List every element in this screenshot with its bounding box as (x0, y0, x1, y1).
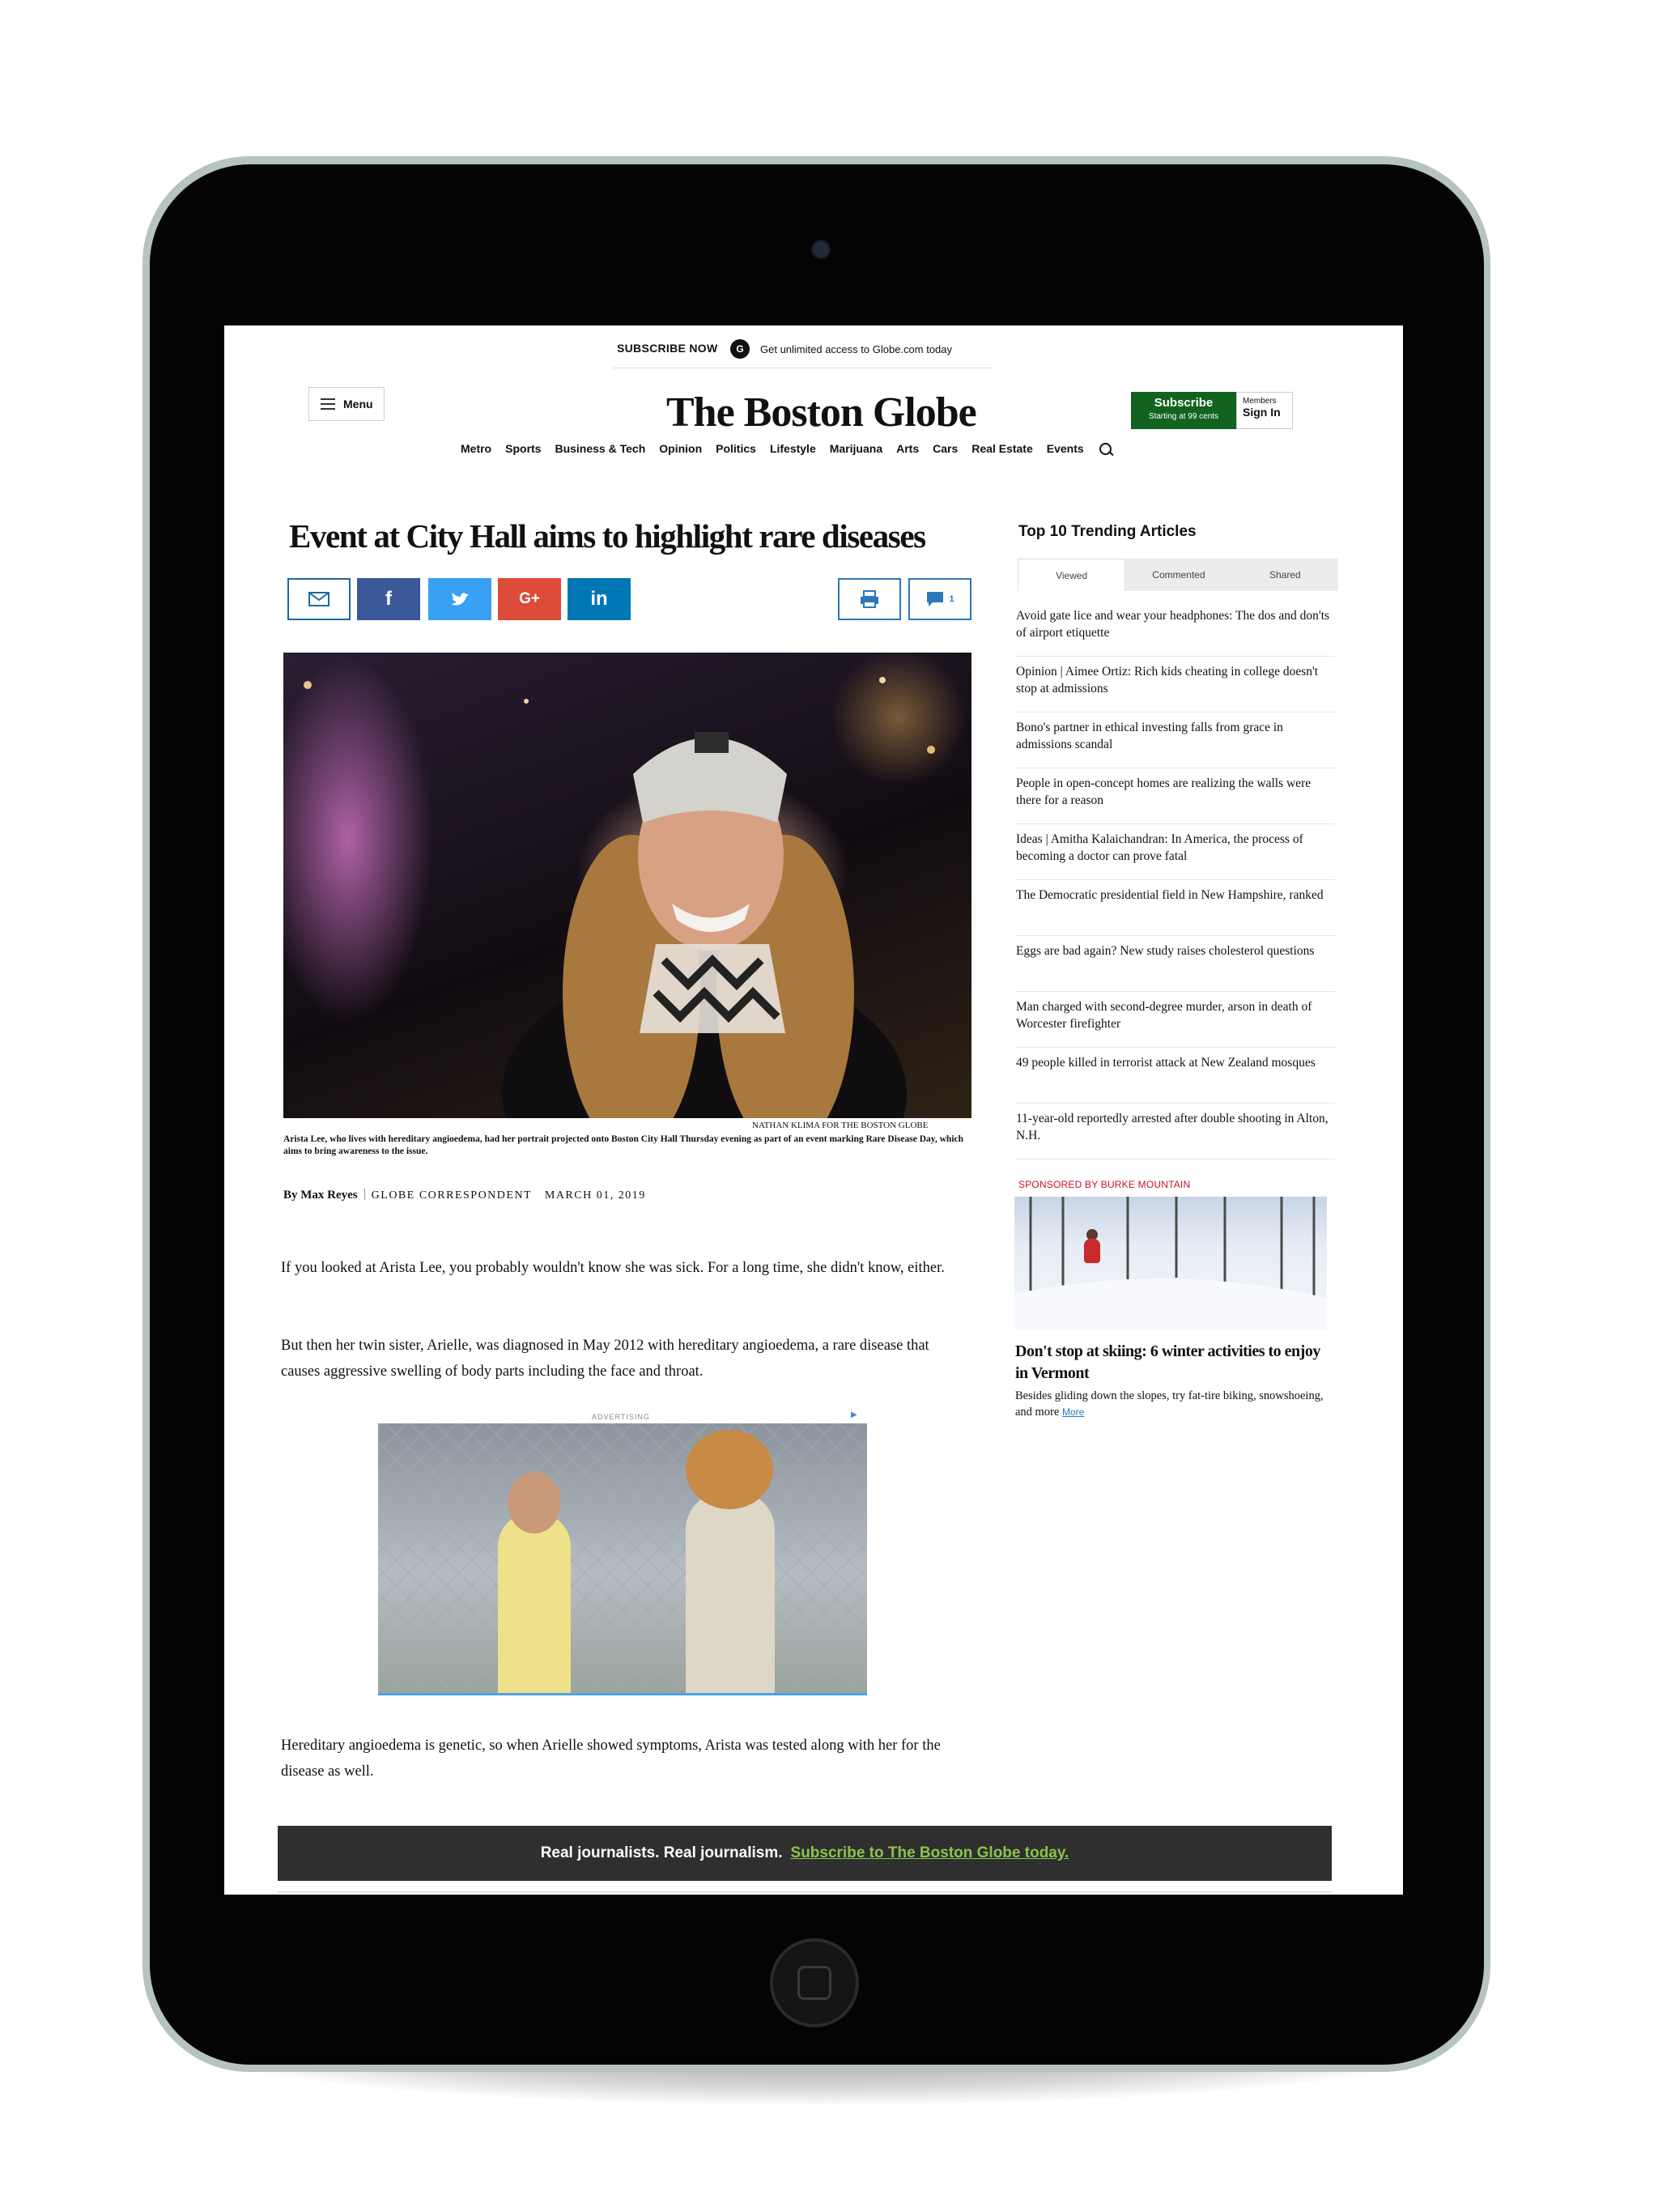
adchoices-icon[interactable]: ▶ (851, 1410, 857, 1419)
bottom-divider (278, 1891, 1332, 1892)
snow-trees-illustration (1014, 1197, 1327, 1329)
front-camera (811, 240, 831, 259)
comments-button[interactable]: 1 (908, 578, 971, 620)
sponsored-image[interactable] (1014, 1197, 1327, 1329)
article-paragraph: If you looked at Arista Lee, you probabl… (281, 1260, 945, 1276)
skier-figure (1084, 1239, 1100, 1263)
nav-item-cars[interactable]: Cars (933, 442, 958, 455)
home-square-icon (797, 1966, 831, 2000)
comment-count: 1 (949, 594, 954, 604)
sponsored-title[interactable]: Don't stop at skiing: 6 winter activitie… (1015, 1341, 1331, 1385)
ad-video[interactable] (378, 1423, 867, 1695)
hamburger-icon (321, 403, 335, 405)
nav-item-business-tech[interactable]: Business & Tech (555, 442, 645, 455)
share-twitter-button[interactable] (428, 578, 491, 620)
byline-author[interactable]: By Max Reyes (283, 1189, 358, 1202)
tab-viewed[interactable]: Viewed (1018, 559, 1126, 591)
linkedin-icon: in (590, 588, 608, 610)
article-headline: Event at City Hall aims to highlight rar… (289, 517, 926, 555)
photo-subject-illustration (304, 677, 935, 1118)
print-button[interactable] (838, 578, 901, 620)
nav-item-lifestyle[interactable]: Lifestyle (770, 442, 816, 455)
trending-list: Avoid gate lice and wear your headphones… (1016, 601, 1335, 1159)
tab-commented[interactable]: Commented (1125, 559, 1232, 591)
twitter-icon (451, 593, 469, 606)
nav-item-sports[interactable]: Sports (505, 442, 541, 455)
trending-item[interactable]: Man charged with second-degree murder, a… (1016, 992, 1335, 1048)
subscribe-button[interactable]: Subscribe Starting at 99 cents (1131, 392, 1236, 429)
photo-caption: Arista Lee, who lives with hereditary an… (283, 1134, 964, 1156)
home-button[interactable] (770, 1938, 859, 2027)
nav-item-events[interactable]: Events (1047, 442, 1084, 455)
ad-person-left-head (508, 1472, 561, 1534)
nav-item-politics[interactable]: Politics (716, 442, 756, 455)
share-google-button[interactable]: G+ (498, 578, 561, 620)
globe-logo-icon: G (730, 339, 750, 359)
menu-button[interactable]: Menu (308, 387, 385, 421)
subscribe-now-text[interactable]: Get unlimited access to Globe.com today (760, 343, 952, 355)
browser-screen: SUBSCRIBE NOW G Get unlimited access to … (224, 325, 1403, 1895)
google-plus-icon: G+ (519, 590, 540, 607)
comment-icon (927, 592, 944, 606)
banner-text: Real journalists. Real journalism. (540, 1844, 783, 1861)
article-paragraph: But then her twin sister, Arielle, was d… (281, 1338, 929, 1380)
share-facebook-button[interactable]: f (357, 578, 420, 620)
trending-item[interactable]: Avoid gate lice and wear your headphones… (1016, 601, 1335, 657)
subscribe-price: Starting at 99 cents (1148, 412, 1219, 421)
masthead-logo[interactable]: The Boston Globe (666, 389, 977, 436)
search-icon[interactable] (1099, 442, 1112, 455)
subscribe-label: Subscribe (1154, 396, 1214, 410)
nav-item-real-estate[interactable]: Real Estate (971, 442, 1032, 455)
trending-item[interactable]: 49 people killed in terrorist attack at … (1016, 1048, 1335, 1104)
trending-item[interactable]: 11-year-old reportedly arrested after do… (1016, 1104, 1335, 1159)
facebook-icon: f (385, 588, 392, 610)
sponsored-label: SPONSORED BY BURKE MOUNTAIN (1018, 1179, 1191, 1190)
more-link[interactable]: More (1062, 1406, 1084, 1418)
signin-button[interactable]: Members Sign In (1236, 392, 1293, 429)
ad-person-left (498, 1512, 571, 1695)
subscribe-banner: Real journalists. Real journalism. Subsc… (278, 1826, 1332, 1881)
nav-item-metro[interactable]: Metro (461, 442, 491, 455)
trending-item[interactable]: Ideas | Amitha Kalaichandran: In America… (1016, 824, 1335, 880)
menu-label: Menu (343, 398, 373, 410)
trending-item[interactable]: Eggs are bad again? New study raises cho… (1016, 936, 1335, 992)
email-icon (308, 592, 329, 606)
share-email-button[interactable] (287, 578, 351, 620)
trending-tabs: Viewed Commented Shared (1018, 559, 1338, 591)
ad-person-right (686, 1492, 775, 1695)
trending-title: Top 10 Trending Articles (1018, 523, 1197, 540)
nav-item-opinion[interactable]: Opinion (659, 442, 702, 455)
tab-shared[interactable]: Shared (1231, 559, 1338, 591)
byline-role: GLOBE CORRESPONDENT (371, 1189, 533, 1202)
ad-label: ADVERTISING (592, 1413, 650, 1421)
members-label: Members (1243, 397, 1277, 406)
section-nav: Metro Sports Business & Tech Opinion Pol… (461, 442, 1112, 455)
signin-label: Sign In (1243, 406, 1281, 419)
trending-item[interactable]: The Democratic presidential field in New… (1016, 880, 1335, 936)
trending-item[interactable]: Bono's partner in ethical investing fall… (1016, 713, 1335, 768)
trending-item[interactable]: People in open-concept homes are realizi… (1016, 768, 1335, 824)
byline: By Max Reyes GLOBE CORRESPONDENT MARCH 01… (283, 1189, 646, 1202)
ad-progress-bar (378, 1693, 867, 1695)
subscribe-now-label[interactable]: SUBSCRIBE NOW (617, 342, 717, 355)
article-paragraph: Hereditary angioedema is genetic, so whe… (281, 1738, 941, 1780)
article-photo (283, 653, 971, 1118)
share-linkedin-button[interactable]: in (568, 578, 631, 620)
nav-item-arts[interactable]: Arts (896, 442, 919, 455)
ad-person-right-head (686, 1430, 773, 1509)
nav-item-marijuana[interactable]: Marijuana (830, 442, 882, 455)
sponsored-description: Besides gliding down the slopes, try fat… (1015, 1388, 1331, 1420)
banner-subscribe-link[interactable]: Subscribe to The Boston Globe today. (791, 1844, 1069, 1862)
photo-credit: NATHAN KLIMA FOR THE BOSTON GLOBE (752, 1121, 929, 1130)
byline-date: MARCH 01, 2019 (544, 1189, 646, 1202)
trending-item[interactable]: Opinion | Aimee Ortiz: Rich kids cheatin… (1016, 657, 1335, 713)
printer-icon (861, 590, 878, 608)
